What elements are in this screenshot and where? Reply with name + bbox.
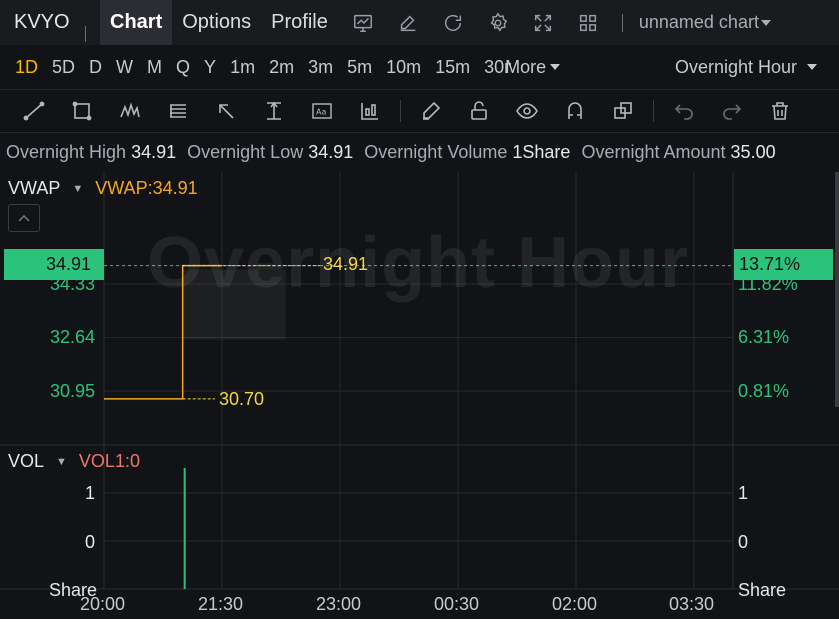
percent-tick: 11.82% — [738, 274, 798, 294]
volume-tick-right: 1 — [738, 483, 749, 503]
volume-value: VOL1:0 — [78, 451, 140, 471]
volume-tick-right: 0 — [738, 532, 749, 552]
chevron-down-icon — [760, 19, 771, 26]
undo-icon[interactable] — [666, 93, 702, 129]
percent-tick: 6.31% — [738, 327, 790, 347]
divider — [85, 26, 86, 42]
layers-icon[interactable] — [605, 93, 641, 129]
chart-name-label: unnamed chart — [638, 12, 759, 32]
rectangle-icon[interactable] — [64, 93, 100, 129]
session-dropdown[interactable]: Overnight Hour — [675, 45, 817, 89]
text-icon[interactable]: Aa — [304, 93, 340, 129]
eye-icon[interactable] — [509, 93, 545, 129]
fibonacci-icon[interactable] — [160, 93, 196, 129]
unlock-icon[interactable] — [461, 93, 497, 129]
fullscreen-icon[interactable] — [526, 5, 561, 40]
amount-value: 35.00 — [730, 142, 776, 162]
amount-label: Overnight Amount — [581, 142, 726, 162]
svg-text:Aa: Aa — [316, 108, 326, 117]
volume-tick: 0 — [85, 532, 96, 552]
ticker-label: KVYO — [14, 11, 70, 33]
session-watermark: Overnight Hour — [147, 223, 690, 303]
collapse-button[interactable] — [8, 204, 40, 232]
interval-10m[interactable]: 10m — [379, 45, 428, 89]
interval-1d[interactable]: 1D — [0, 45, 45, 89]
redo-icon[interactable] — [714, 93, 750, 129]
price-range-icon[interactable] — [256, 93, 292, 129]
volume-label: Overnight Volume — [364, 142, 508, 162]
vwap-value: VWAP:34.91 — [95, 178, 198, 198]
interval-m[interactable]: M — [140, 45, 169, 89]
volume-tick: 1 — [85, 483, 96, 503]
chart-monitor-icon[interactable] — [346, 5, 381, 40]
caret-down-icon[interactable]: ▼ — [56, 456, 67, 468]
volume-value: 1Share — [512, 142, 571, 162]
indicator-name[interactable]: VWAP — [8, 178, 60, 199]
pattern-icon[interactable] — [112, 93, 148, 129]
interval-2m[interactable]: 2m — [262, 45, 301, 89]
top-bar: KVYO Chart Options Profile unnamed chart — [0, 0, 839, 45]
caret-down-icon[interactable]: ▼ — [72, 183, 83, 195]
low-label: Overnight Low — [187, 142, 304, 162]
interval-15m[interactable]: 15m — [428, 45, 477, 89]
time-tick: 20:00 — [80, 594, 126, 614]
divider — [653, 100, 654, 122]
magnet-icon[interactable] — [557, 93, 593, 129]
divider — [400, 100, 401, 122]
chevron-down-icon — [550, 64, 561, 70]
vwap-legend: VWAP ▼ VWAP:34.91 — [8, 178, 198, 199]
time-tick: 02:00 — [552, 594, 598, 614]
tab-options[interactable]: Options — [172, 0, 261, 45]
refresh-icon[interactable] — [436, 5, 471, 40]
price-tick: 30.95 — [50, 381, 96, 401]
layout-grid-icon[interactable] — [571, 5, 606, 40]
price-tick: 34.33 — [50, 274, 96, 294]
time-tick: 21:30 — [198, 594, 244, 614]
session-label: Overnight Hour — [674, 56, 797, 77]
time-tick: 00:30 — [434, 594, 480, 614]
volume-unit-right: Share — [738, 580, 787, 600]
interval-y[interactable]: Y — [197, 45, 223, 89]
low-line-label: 30.70 — [219, 389, 265, 409]
interval-5d[interactable]: 5D — [45, 45, 82, 89]
indicator-icon[interactable] — [352, 93, 388, 129]
tab-chart[interactable]: Chart — [100, 0, 173, 45]
chart-name-dropdown[interactable]: unnamed chart — [639, 12, 771, 33]
overnight-stats: Overnight High 34.91 Overnight Low 34.91… — [6, 142, 782, 163]
chevron-down-icon — [807, 64, 817, 70]
percent-tick: 0.81% — [738, 381, 790, 401]
arrow-icon[interactable] — [208, 93, 244, 129]
high-label: Overnight High — [6, 142, 127, 162]
tab-profile[interactable]: Profile — [261, 0, 338, 45]
interval-3m[interactable]: 3m — [301, 45, 340, 89]
trend-line-icon[interactable] — [16, 93, 52, 129]
chevron-up-icon — [18, 214, 30, 222]
more-label: More — [505, 56, 547, 77]
time-tick: 23:00 — [316, 594, 362, 614]
divider — [621, 13, 623, 32]
high-value: 34.91 — [131, 142, 177, 162]
ticker-symbol[interactable]: KVYO — [0, 11, 100, 42]
current-price-label: 34.91 — [46, 254, 92, 274]
interval-bar: 1D 5D D W M Q Y 1m 2m 3m 5m 10m 15m 30 m … — [0, 45, 839, 89]
interval-q[interactable]: Q — [169, 45, 197, 89]
trash-icon[interactable] — [762, 93, 798, 129]
interval-1m[interactable]: 1m — [223, 45, 262, 89]
pencil-icon[interactable] — [413, 93, 449, 129]
volume-indicator-name[interactable]: VOL — [8, 451, 44, 472]
more-intervals-dropdown[interactable]: More — [505, 56, 561, 78]
low-value: 34.91 — [308, 142, 354, 162]
interval-d[interactable]: D — [82, 45, 109, 89]
current-percent-label: 13.71% — [739, 254, 801, 274]
gear-icon[interactable] — [481, 5, 516, 40]
price-tick: 32.64 — [50, 327, 96, 347]
high-line-label: 34.91 — [323, 254, 369, 274]
volume-legend: VOL ▼ VOL1:0 — [8, 451, 140, 472]
drawing-toolbar: Aa — [0, 89, 839, 133]
interval-5m[interactable]: 5m — [340, 45, 379, 89]
edit-icon[interactable] — [391, 5, 426, 40]
scrollbar — [835, 172, 839, 407]
time-tick: 03:30 — [669, 594, 715, 614]
interval-w[interactable]: W — [109, 45, 140, 89]
